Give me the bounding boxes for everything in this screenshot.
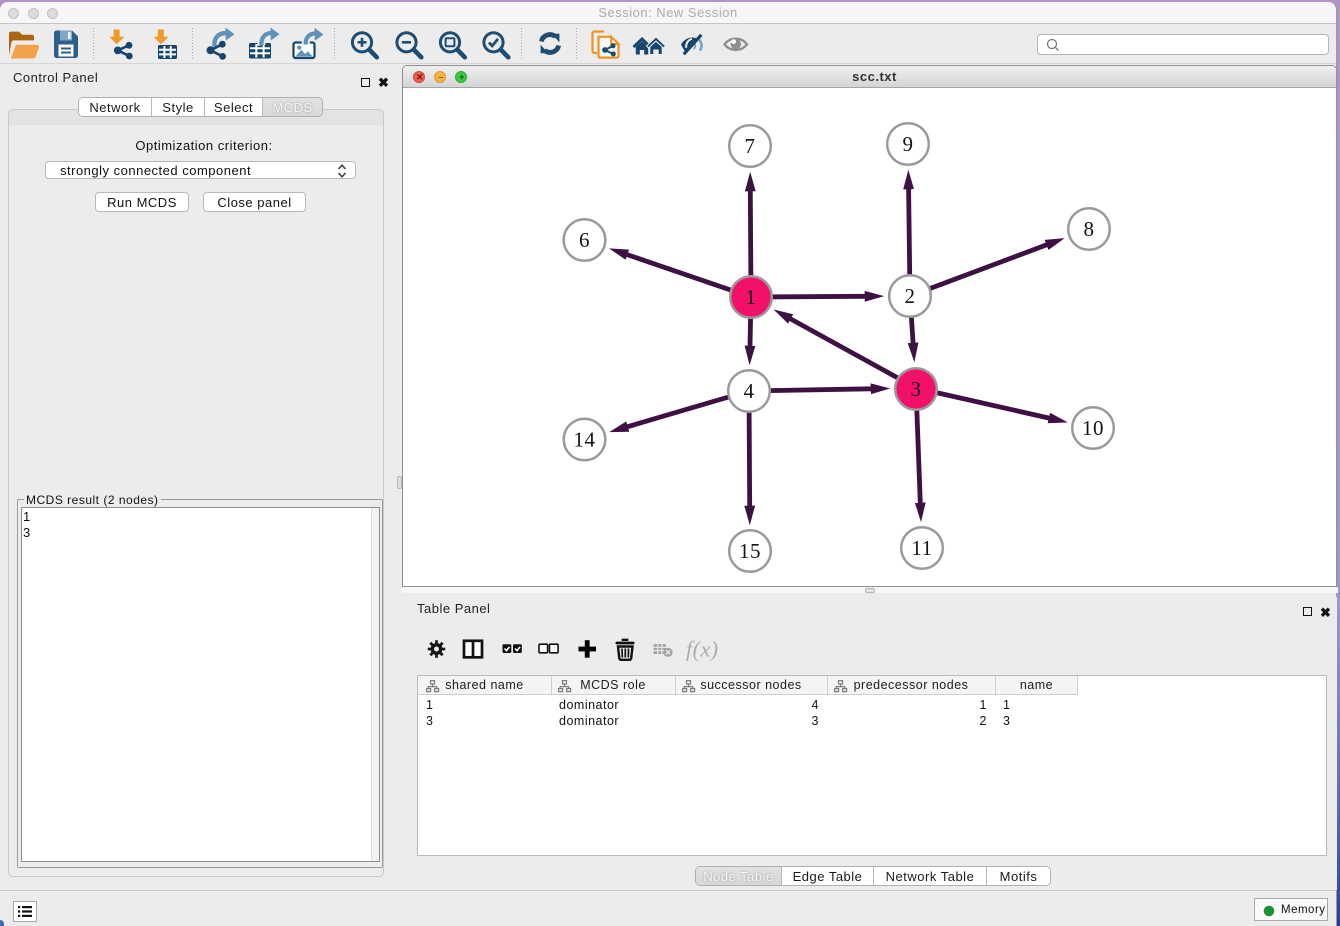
svg-text:3: 3: [911, 377, 922, 401]
svg-text:8: 8: [1084, 217, 1095, 241]
svg-text:10: 10: [1082, 416, 1104, 440]
svg-text:14: 14: [574, 428, 596, 452]
svg-text:9: 9: [903, 132, 914, 156]
svg-text:7: 7: [745, 134, 756, 158]
svg-text:11: 11: [911, 536, 932, 560]
svg-text:f(x): f(x): [686, 637, 719, 662]
svg-text:15: 15: [739, 539, 761, 563]
svg-text:1: 1: [746, 285, 757, 309]
svg-text:4: 4: [744, 379, 755, 403]
svg-text:6: 6: [579, 228, 590, 252]
svg-text:2: 2: [905, 284, 916, 308]
